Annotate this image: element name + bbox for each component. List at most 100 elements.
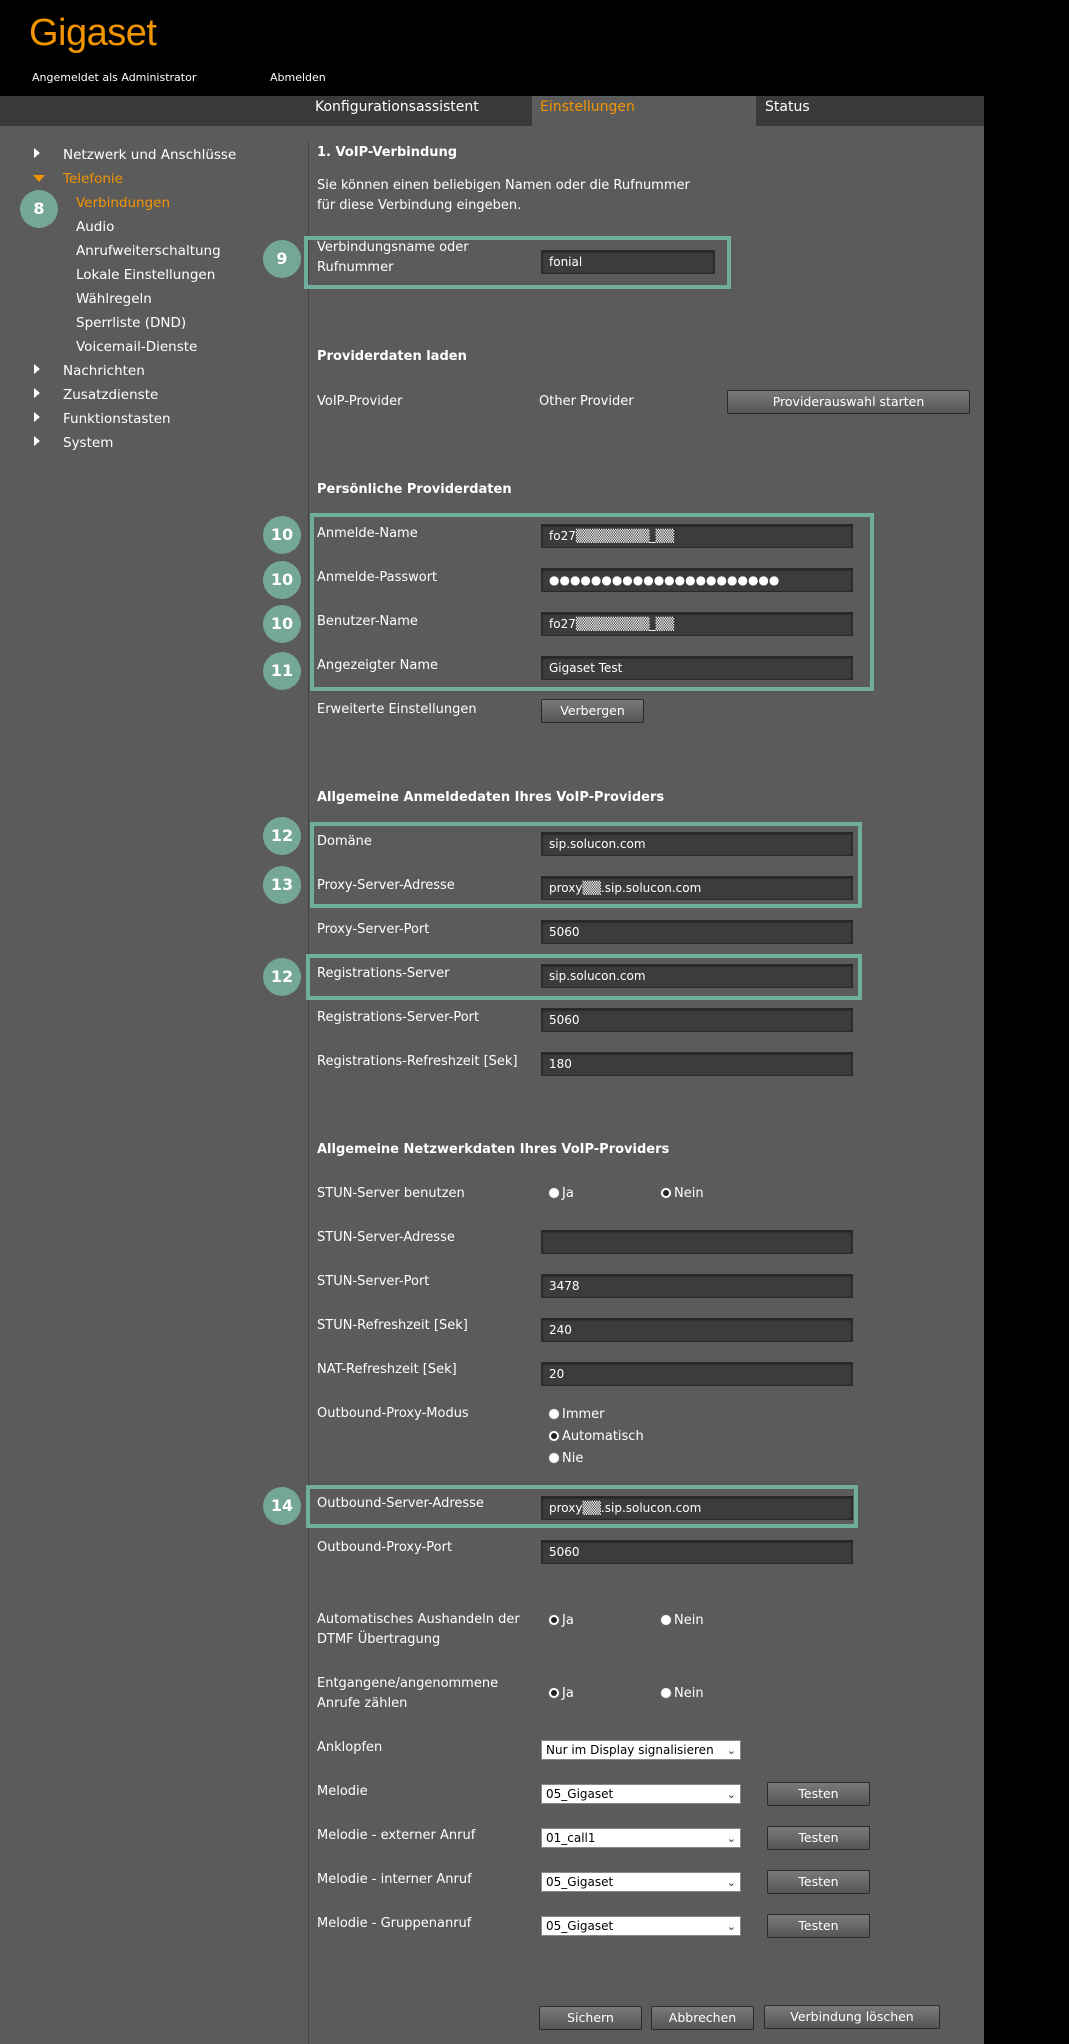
count-yes-label: Ja: [562, 1686, 574, 1701]
sidebar-item-nachrichten[interactable]: Nachrichten: [63, 363, 145, 379]
logout-link[interactable]: Abmelden: [270, 71, 326, 84]
melody-group-label: Melodie - Gruppenanruf: [317, 1916, 472, 1931]
annotation-badge: 9: [263, 240, 301, 278]
annotation-badge: 10: [263, 605, 301, 643]
hide-advanced-button[interactable]: Verbergen: [541, 699, 644, 723]
sidebar-item-zusatzdienste[interactable]: Zusatzdienste: [63, 387, 158, 403]
dtmf-no-radio[interactable]: [660, 1614, 672, 1626]
sidebar-item-anrufweiterschaltung[interactable]: Anrufweiterschaltung: [76, 243, 221, 259]
sidebar-item-waehlregeln[interactable]: Wählregeln: [76, 291, 152, 307]
chevron-down-icon: ⌄: [726, 1744, 736, 1757]
sidebar-item-sperrliste[interactable]: Sperrliste (DND): [76, 315, 186, 331]
call-waiting-label: Anklopfen: [317, 1740, 383, 1755]
annotation-badge: 8: [20, 190, 58, 228]
expand-arrow-icon[interactable]: [34, 364, 40, 374]
highlight-personal-data: [310, 513, 874, 691]
voip-intro-line-1: Sie können einen beliebigen Namen oder d…: [317, 178, 690, 193]
voip-provider-label: VoIP-Provider: [317, 394, 403, 409]
delete-connection-button[interactable]: Verbindung löschen: [764, 2005, 940, 2029]
stun-refresh-label: STUN-Refreshzeit [Sek]: [317, 1318, 468, 1333]
outbound-always-radio[interactable]: [548, 1408, 560, 1420]
melody-internal-test-button[interactable]: Testen: [767, 1870, 870, 1894]
proxy-port-input[interactable]: 5060: [541, 920, 853, 944]
melody-external-test-button[interactable]: Testen: [767, 1826, 870, 1850]
outbound-port-label: Outbound-Proxy-Port: [317, 1540, 453, 1555]
dtmf-no-label: Nein: [674, 1613, 704, 1628]
highlight-connection-name: [304, 236, 731, 289]
registration-port-label: Registrations-Server-Port: [317, 1010, 480, 1025]
proxy-port-label: Proxy-Server-Port: [317, 922, 430, 937]
annotation-badge: 10: [263, 516, 301, 554]
count-yes-radio[interactable]: [548, 1687, 560, 1699]
stun-port-input[interactable]: 3478: [541, 1274, 853, 1298]
registration-refresh-input[interactable]: 180: [541, 1052, 853, 1076]
sidebar-item-audio[interactable]: Audio: [76, 219, 114, 235]
stun-refresh-input[interactable]: 240: [541, 1318, 853, 1342]
count-no-label: Nein: [674, 1686, 704, 1701]
section-title-network: Allgemeine Netzwerkdaten Ihres VoIP-Prov…: [317, 1142, 670, 1157]
melody-group-select[interactable]: 05_Gigaset ⌄: [541, 1916, 741, 1936]
collapse-arrow-icon[interactable]: [33, 175, 45, 182]
call-waiting-select[interactable]: Nur im Display signalisieren ⌄: [541, 1740, 741, 1760]
call-waiting-value: Nur im Display signalisieren: [546, 1743, 714, 1757]
sidebar-item-lokale-einstellungen[interactable]: Lokale Einstellungen: [76, 267, 215, 283]
melody-internal-label: Melodie - interner Anruf: [317, 1872, 472, 1887]
highlight-domain-proxy: [310, 822, 862, 908]
tab-bar: Konfigurationsassistent Einstellungen St…: [0, 96, 984, 126]
melody-select[interactable]: 05_Gigaset ⌄: [541, 1784, 741, 1804]
chevron-down-icon: ⌄: [726, 1920, 736, 1933]
outbound-always-label: Immer: [562, 1407, 605, 1422]
melody-external-select[interactable]: 01_call1 ⌄: [541, 1828, 741, 1848]
save-button[interactable]: Sichern: [539, 2006, 642, 2030]
melody-group-test-button[interactable]: Testen: [767, 1914, 870, 1938]
annotation-badge: 12: [263, 817, 301, 855]
tab-konfigurationsassistent[interactable]: Konfigurationsassistent: [307, 96, 531, 126]
sidebar-item-telefonie[interactable]: Telefonie: [63, 171, 123, 187]
sidebar-item-system[interactable]: System: [63, 435, 113, 451]
count-calls-label-1: Entgangene/angenommene: [317, 1676, 499, 1691]
outbound-port-input[interactable]: 5060: [541, 1540, 853, 1564]
expand-arrow-icon[interactable]: [34, 388, 40, 398]
logged-in-text: Angemeldet als Administrator: [32, 71, 197, 84]
count-no-radio[interactable]: [660, 1687, 672, 1699]
stun-yes-radio[interactable]: [548, 1187, 560, 1199]
dtmf-label-2: DTMF Übertragung: [317, 1632, 441, 1647]
expand-arrow-icon[interactable]: [34, 436, 40, 446]
content-panel: Netzwerk und Anschlüsse Telefonie Verbin…: [0, 126, 984, 2044]
registration-port-input[interactable]: 5060: [541, 1008, 853, 1032]
provider-selection-button[interactable]: Providerauswahl starten: [727, 390, 970, 414]
count-calls-label-2: Anrufe zählen: [317, 1696, 408, 1711]
chevron-down-icon: ⌄: [726, 1832, 736, 1845]
stun-use-label: STUN-Server benutzen: [317, 1186, 465, 1201]
nat-refresh-input[interactable]: 20: [541, 1362, 853, 1386]
sidebar-item-funktionstasten[interactable]: Funktionstasten: [63, 411, 171, 427]
section-title-provider: Providerdaten laden: [317, 349, 467, 364]
outbound-auto-radio[interactable]: [548, 1430, 560, 1442]
sidebar-item-netzwerk[interactable]: Netzwerk und Anschlüsse: [63, 147, 236, 163]
highlight-outbound-address: [306, 1485, 858, 1528]
expand-arrow-icon[interactable]: [34, 412, 40, 422]
annotation-badge: 11: [263, 652, 301, 690]
sidebar-item-verbindungen[interactable]: Verbindungen: [76, 195, 170, 211]
outbound-mode-label: Outbound-Proxy-Modus: [317, 1406, 469, 1421]
dtmf-label-1: Automatisches Aushandeln der: [317, 1612, 520, 1627]
advanced-settings-label: Erweiterte Einstellungen: [317, 702, 477, 717]
tab-status[interactable]: Status: [757, 96, 907, 126]
voip-intro-line-2: für diese Verbindung eingeben.: [317, 198, 522, 213]
melody-group-value: 05_Gigaset: [546, 1919, 614, 1933]
header: Gigaset Angemeldet als Administrator Abm…: [0, 0, 1069, 96]
stun-address-input[interactable]: [541, 1230, 853, 1254]
dtmf-yes-label: Ja: [562, 1613, 574, 1628]
annotation-badge: 14: [263, 1487, 301, 1525]
sidebar-item-voicemail[interactable]: Voicemail-Dienste: [76, 339, 197, 355]
dtmf-yes-radio[interactable]: [548, 1614, 560, 1626]
outbound-never-radio[interactable]: [548, 1452, 560, 1464]
stun-no-radio[interactable]: [660, 1187, 672, 1199]
melody-test-button[interactable]: Testen: [767, 1782, 870, 1806]
annotation-badge: 10: [263, 561, 301, 599]
melody-internal-select[interactable]: 05_Gigaset ⌄: [541, 1872, 741, 1892]
expand-arrow-icon[interactable]: [34, 148, 40, 158]
tab-einstellungen[interactable]: Einstellungen: [532, 96, 756, 126]
cancel-button[interactable]: Abbrechen: [651, 2006, 754, 2030]
melody-external-value: 01_call1: [546, 1831, 596, 1845]
